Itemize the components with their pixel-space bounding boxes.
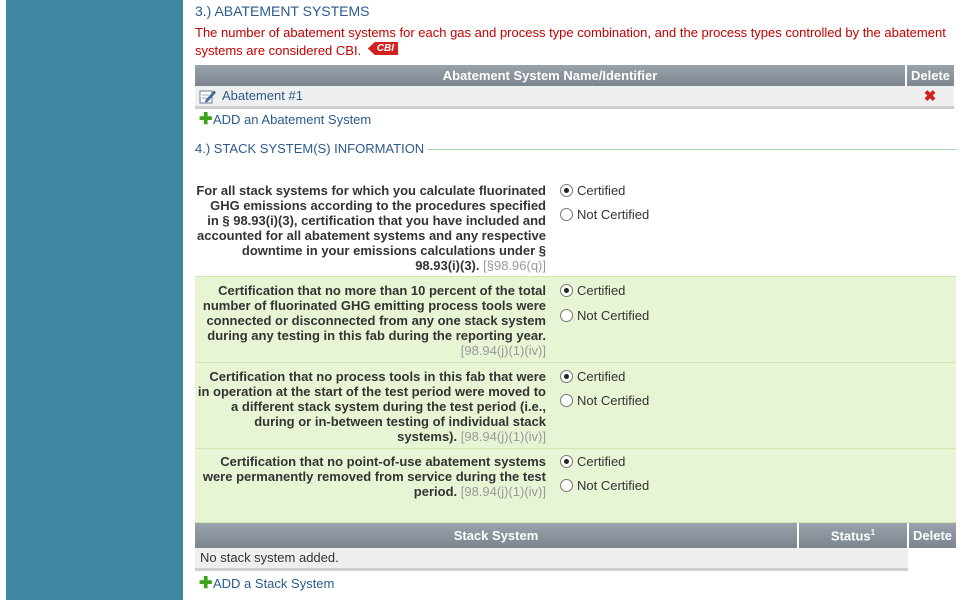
plus-icon: ✚	[199, 111, 213, 128]
radio-selected-icon[interactable]	[560, 284, 573, 297]
certified-radio-1[interactable]: Certified	[560, 183, 625, 198]
cbi-badge: CBI	[367, 42, 399, 55]
radio-selected-icon[interactable]	[560, 455, 573, 468]
abatement-link[interactable]: Abatement #1	[222, 88, 303, 103]
certification-row-2: Certification that no more than 10 perce…	[195, 277, 956, 363]
certification-row-3: Certification that no process tools in t…	[195, 363, 956, 449]
not-certified-radio-3[interactable]: Not Certified	[560, 393, 649, 408]
abatement-section-title: 3.) ABATEMENT SYSTEMS	[195, 3, 370, 19]
certification-row-1: For all stack systems for which you calc…	[195, 176, 956, 277]
certification-statement: Certification that no more than 10 perce…	[202, 283, 546, 343]
add-stack-link[interactable]: ✚ADD a Stack System	[199, 575, 335, 592]
citation: [98.94(j)(1)(iv)]	[460, 429, 546, 444]
certification-text-4: Certification that no point-of-use abate…	[195, 454, 546, 499]
radio-label: Not Certified	[577, 207, 650, 222]
stack-table-header: Stack System Status1 Delete	[195, 523, 956, 548]
edit-icon[interactable]	[199, 89, 216, 104]
radio-label: Certified	[577, 183, 626, 198]
citation: [98.94(j)(1)(iv)]	[460, 484, 546, 499]
cbi-note: The number of abatement systems for each…	[195, 24, 950, 60]
stack-section-title: 4.) STACK SYSTEM(S) INFORMATION	[195, 141, 429, 156]
abatement-name-cell: Abatement #1	[195, 86, 906, 109]
abatement-table-header: Abatement System Name/Identifier Delete	[195, 65, 954, 86]
certified-radio-4[interactable]: Certified	[560, 454, 625, 469]
sidebar-gap	[183, 0, 195, 600]
radio-label: Not Certified	[577, 393, 650, 408]
column-header-status: Status1	[798, 523, 909, 548]
radio-label: Certified	[577, 283, 626, 298]
add-abatement-label: ADD an Abatement System	[213, 112, 372, 127]
abatement-delete-cell: ✖	[906, 86, 954, 109]
column-header-stack-system: Stack System	[195, 523, 799, 548]
column-header-name: Abatement System Name/Identifier	[195, 65, 907, 86]
table-row: Abatement #1 ✖	[195, 86, 954, 109]
stack-system-table: Stack System Status1 Delete No stack sys…	[195, 523, 956, 571]
add-abatement-link[interactable]: ✚ADD an Abatement System	[199, 111, 372, 128]
plus-icon: ✚	[199, 575, 213, 592]
radio-selected-icon[interactable]	[560, 370, 573, 383]
blank-cell	[908, 548, 956, 569]
stack-section-header: 4.) STACK SYSTEM(S) INFORMATION	[195, 141, 956, 157]
table-row: No stack system added.	[195, 548, 956, 571]
left-sidebar	[6, 0, 183, 600]
status-label: Status	[830, 528, 871, 544]
column-header-delete: Delete	[908, 523, 956, 548]
add-stack-label: ADD a Stack System	[213, 576, 335, 591]
radio-label: Certified	[577, 369, 626, 384]
main-content: 3.) ABATEMENT SYSTEMS The number of abat…	[195, 0, 978, 600]
certification-text-1: For all stack systems for which you calc…	[195, 183, 546, 273]
radio-selected-icon[interactable]	[560, 184, 573, 197]
delete-icon[interactable]: ✖	[924, 88, 937, 105]
certification-text-3: Certification that no process tools in t…	[195, 369, 546, 444]
radio-label: Not Certified	[577, 478, 650, 493]
empty-message-cell: No stack system added.	[195, 548, 908, 571]
radio-unselected-icon[interactable]	[560, 309, 573, 322]
not-certified-radio-2[interactable]: Not Certified	[560, 308, 649, 323]
radio-label: Not Certified	[577, 308, 650, 323]
radio-unselected-icon[interactable]	[560, 479, 573, 492]
radio-label: Certified	[577, 454, 626, 469]
certified-radio-2[interactable]: Certified	[560, 283, 625, 298]
certification-text-2: Certification that no more than 10 perce…	[195, 283, 546, 358]
not-certified-radio-4[interactable]: Not Certified	[560, 478, 649, 493]
column-header-delete: Delete	[906, 65, 954, 86]
status-footnote: 1	[870, 527, 876, 537]
abatement-table: Abatement System Name/Identifier Delete …	[195, 65, 954, 109]
certified-radio-3[interactable]: Certified	[560, 369, 625, 384]
radio-unselected-icon[interactable]	[560, 394, 573, 407]
not-certified-radio-1[interactable]: Not Certified	[560, 207, 649, 222]
radio-unselected-icon[interactable]	[560, 208, 573, 221]
cbi-note-text: The number of abatement systems for each…	[195, 25, 946, 58]
citation: [98.94(j)(1)(iv)]	[460, 343, 546, 358]
certification-row-4: Certification that no point-of-use abate…	[195, 449, 956, 523]
citation: [§98.96(q)]	[483, 258, 546, 273]
